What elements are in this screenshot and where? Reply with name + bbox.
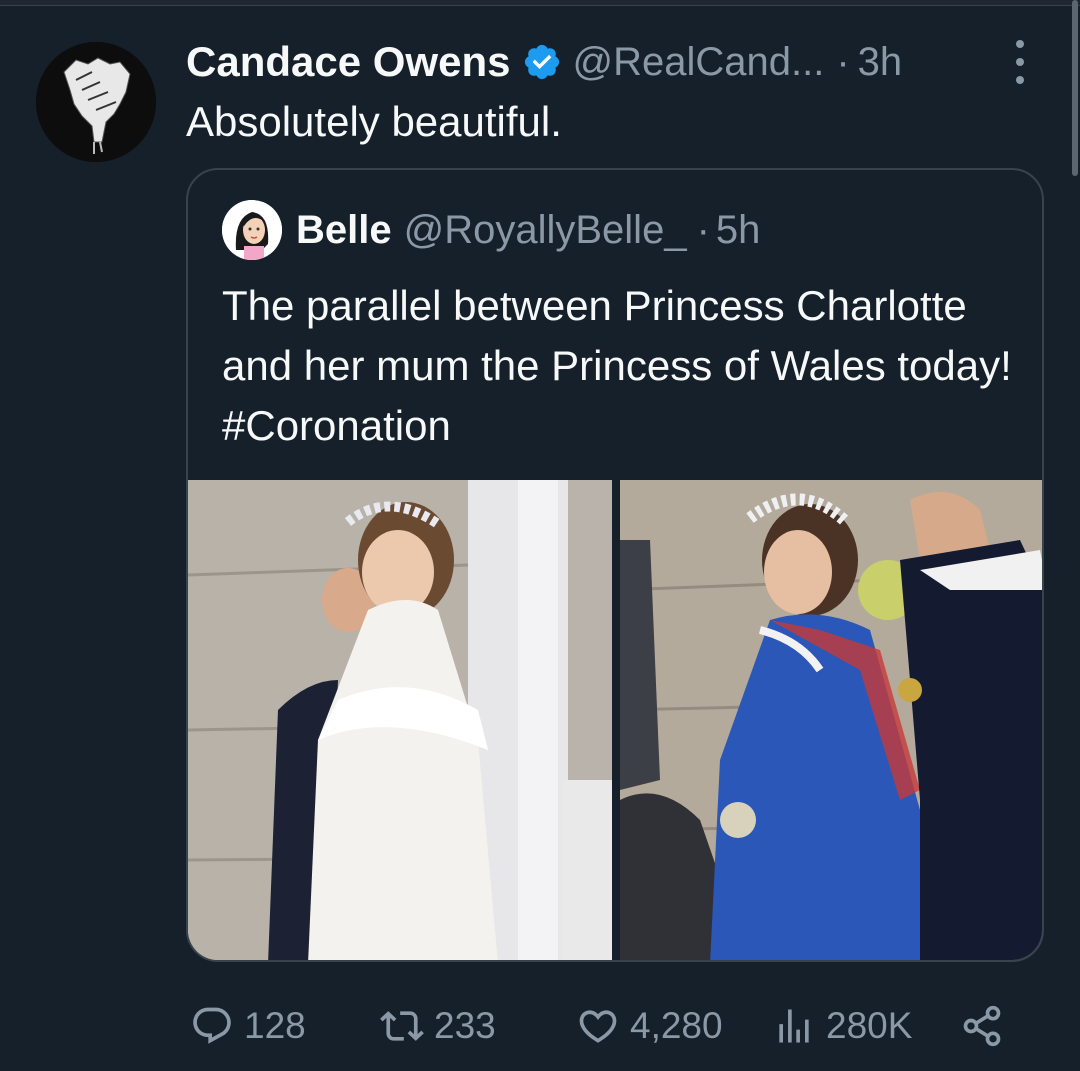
retweet-icon	[380, 1011, 424, 1041]
quoted-tweet-header: Belle @RoyallyBelle_ · 5h	[222, 200, 760, 260]
scrollbar[interactable]	[1068, 0, 1080, 176]
media-photo-left[interactable]	[188, 480, 614, 960]
retweet-button[interactable]: 233	[380, 996, 496, 1056]
photo-woman-blue-cape	[620, 480, 1042, 960]
top-divider	[0, 0, 1080, 6]
share-button[interactable]	[960, 996, 1004, 1056]
more-options-button[interactable]	[1008, 40, 1032, 84]
quoted-tweet-text: The parallel between Princess Charlotte …	[222, 282, 1012, 449]
tweet-page: Candace Owens @RealCand... · 3h Absolute…	[0, 0, 1080, 1071]
reply-button[interactable]: 128	[190, 996, 306, 1056]
quoted-author-handle[interactable]: @RoyallyBelle_	[404, 208, 687, 253]
quoted-author-avatar[interactable]	[222, 200, 282, 260]
quoted-tweet-card[interactable]: Belle @RoyallyBelle_ · 5h The parallel b…	[186, 168, 1044, 962]
views-button[interactable]: 280K	[772, 996, 912, 1056]
quoted-tweet-time[interactable]: 5h	[716, 208, 761, 253]
author-handle[interactable]: @RealCand...	[572, 40, 824, 85]
quoted-author-display-name[interactable]: Belle	[296, 208, 392, 253]
tweet-time[interactable]: 3h	[858, 40, 903, 85]
tweet-action-bar: 128 233 4,280 280K	[190, 996, 1020, 1056]
separator-dot: ·	[836, 39, 850, 84]
verified-badge-icon	[525, 44, 560, 80]
retweet-count: 233	[434, 1005, 496, 1046]
reply-count: 128	[244, 1005, 306, 1046]
like-count: 4,280	[630, 1005, 723, 1046]
tweet-header: Candace Owens @RealCand... · 3h	[186, 36, 902, 88]
like-button[interactable]: 4,280	[576, 996, 723, 1056]
author-avatar[interactable]	[36, 42, 156, 162]
raised-fist-avatar-icon	[36, 42, 156, 162]
quoted-separator-dot: ·	[696, 207, 710, 252]
media-photo-right[interactable]	[620, 480, 1042, 960]
more-vertical-icon-dot	[1016, 58, 1024, 66]
share-icon	[963, 1005, 1001, 1047]
reply-icon	[193, 1007, 231, 1044]
scrollbar-thumb[interactable]	[1072, 0, 1078, 176]
tweet-text: Absolutely beautiful.	[186, 98, 562, 145]
more-vertical-icon-dot	[1016, 40, 1024, 48]
views-icon	[779, 1009, 809, 1043]
views-count: 280K	[826, 1005, 913, 1046]
more-vertical-icon-dot	[1016, 76, 1024, 84]
quoted-tweet-media	[188, 480, 1042, 960]
photo-girl-white-cape	[188, 480, 612, 960]
author-display-name[interactable]: Candace Owens	[186, 38, 510, 86]
cartoon-avatar-icon	[222, 200, 282, 260]
heart-icon	[579, 1010, 617, 1043]
